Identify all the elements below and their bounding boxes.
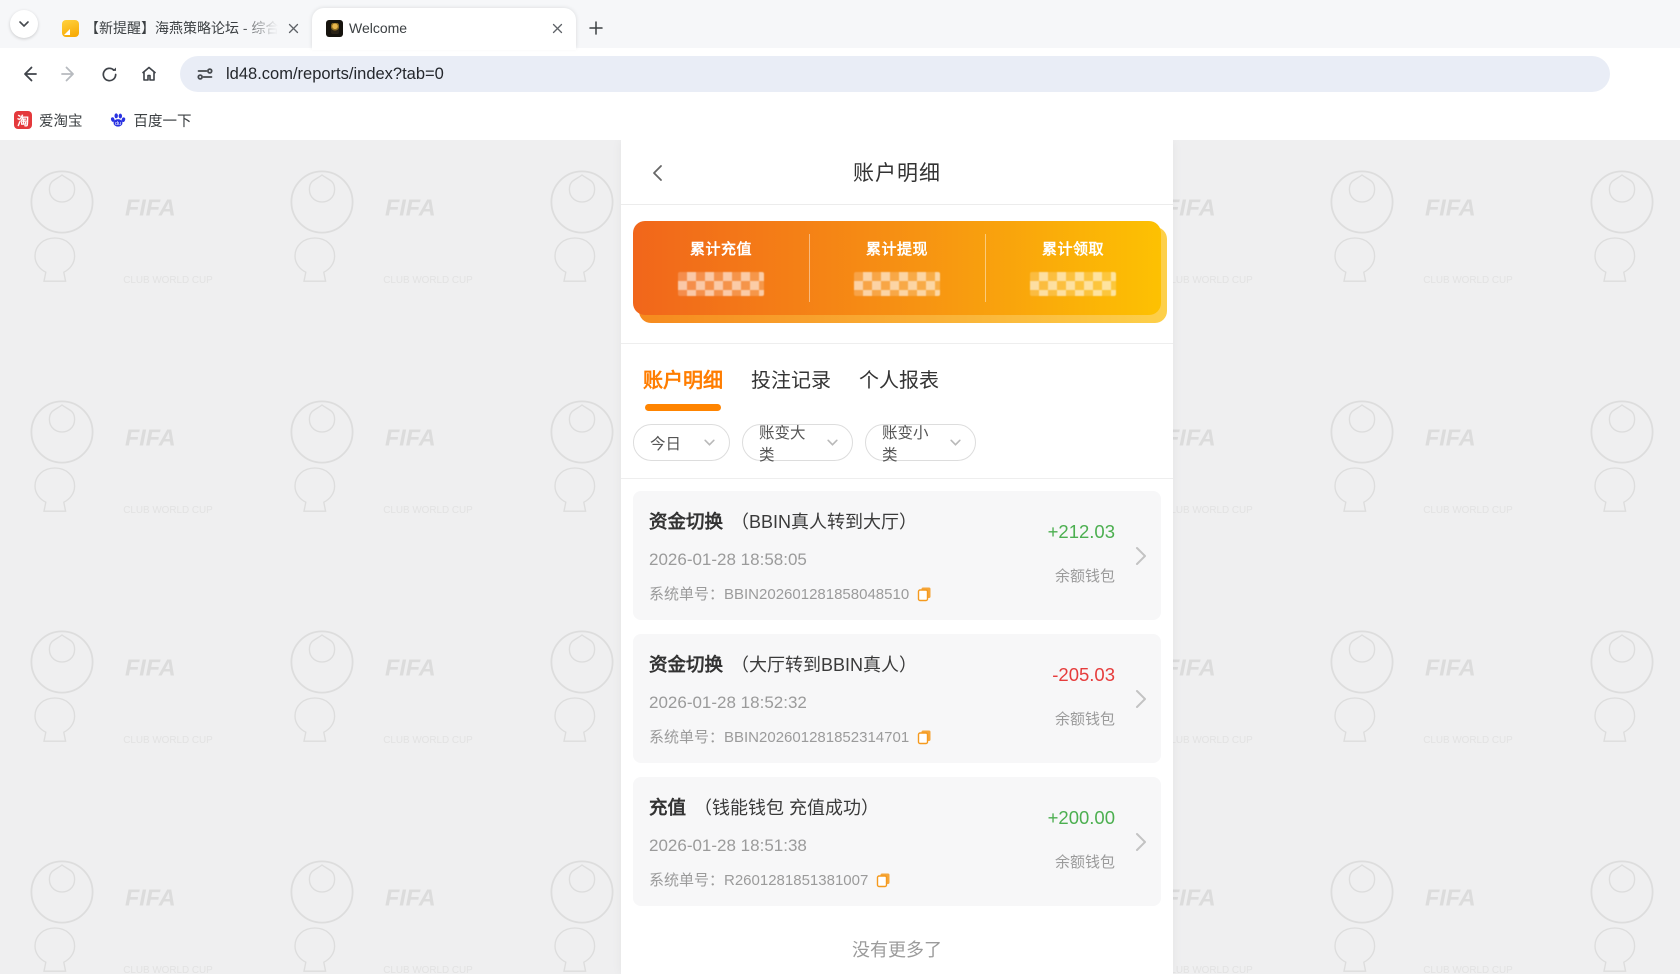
reload-button[interactable] xyxy=(92,57,126,91)
txn-subtitle: （BBIN真人转到大厅） xyxy=(731,512,918,532)
home-icon xyxy=(141,66,157,81)
txn-subtitle: （钱能钱包 充值成功） xyxy=(694,798,880,818)
bookmark-aitaobao[interactable]: 淘 爱淘宝 xyxy=(14,110,83,131)
summary-section: 累计充值 累计提现 累计领取 xyxy=(621,205,1173,329)
txn-subtitle: （大厅转到BBIN真人） xyxy=(731,655,918,675)
tab-bet-records[interactable]: 投注记录 xyxy=(751,364,831,411)
summary-label: 累计领取 xyxy=(1041,241,1104,258)
page-content: FIFA CLUB WORLD CUP 账户明细 累计充值 xyxy=(0,140,1680,974)
summary-label: 累计提现 xyxy=(865,241,928,258)
forward-arrow-icon xyxy=(61,66,74,82)
back-arrow-icon xyxy=(24,66,37,82)
transaction-row[interactable]: 充值 （钱能钱包 充值成功） 2026-01-28 18:51:38 系统单号：… xyxy=(633,777,1161,906)
chevron-down-icon xyxy=(826,436,839,449)
url-text: ld48.com/reports/index?tab=0 xyxy=(226,64,444,83)
txn-wallet: 余额钱包 xyxy=(1054,854,1115,871)
copy-icon[interactable] xyxy=(876,872,891,888)
browser-tab-welcome[interactable]: Welcome xyxy=(312,8,576,50)
reload-icon xyxy=(101,66,117,82)
bookmark-label: 爱淘宝 xyxy=(39,113,83,130)
summary-total-claim: 累计领取 xyxy=(985,221,1161,315)
address-bar[interactable]: ld48.com/reports/index?tab=0 xyxy=(180,56,1610,92)
txn-order-number: 系统单号：BBIN202601281852314701 xyxy=(649,729,910,746)
txn-amount: +212.03 xyxy=(1047,521,1115,542)
browser-toolbar: ld48.com/reports/index?tab=0 xyxy=(0,48,1680,100)
tab-title: Welcome xyxy=(349,20,408,36)
plus-icon xyxy=(589,21,603,35)
transaction-list: 资金切换 （BBIN真人转到大厅） 2026-01-28 18:58:05 系统… xyxy=(621,479,1173,972)
hidden-value-mosaic xyxy=(678,272,764,296)
filter-minor-category-dropdown[interactable]: 账变小类 xyxy=(865,424,976,464)
page-header: 账户明细 xyxy=(621,140,1173,205)
bookmark-baidu[interactable]: du 百度一下 xyxy=(109,110,192,131)
txn-type: 资金切换 xyxy=(649,654,724,675)
baidu-paw-icon: du xyxy=(109,111,127,129)
bookmarks-bar: 淘 爱淘宝 du 百度一下 xyxy=(0,100,1680,140)
forward-button[interactable] xyxy=(52,57,86,91)
hidden-value-mosaic xyxy=(854,272,940,296)
tab-search-button[interactable] xyxy=(10,10,38,38)
summary-card: 累计充值 累计提现 累计领取 xyxy=(633,221,1161,315)
back-nav-button[interactable] xyxy=(643,158,673,188)
close-tab-icon[interactable] xyxy=(548,19,566,37)
page-title: 账户明细 xyxy=(853,162,941,185)
txn-order-number: 系统单号：R2601281851381007 xyxy=(649,872,869,889)
back-button[interactable] xyxy=(12,57,46,91)
forum-favicon-icon xyxy=(62,19,79,37)
copy-icon[interactable] xyxy=(917,729,932,745)
chevron-left-icon xyxy=(653,165,662,181)
browser-tab-strip: 【新提醒】海燕策略论坛 - 综合 Welcome xyxy=(0,0,1680,50)
account-detail-panel: 账户明细 累计充值 累计提现 累计领取 账户明细 投注记录 个人报表 今日 账变… xyxy=(621,140,1173,974)
welcome-favicon-icon xyxy=(326,19,343,37)
txn-wallet: 余额钱包 xyxy=(1054,568,1115,585)
summary-total-deposit: 累计充值 xyxy=(633,221,809,315)
txn-amount: -205.03 xyxy=(1052,664,1115,685)
transaction-row[interactable]: 资金切换 （大厅转到BBIN真人） 2026-01-28 18:52:32 系统… xyxy=(633,634,1161,763)
filter-major-category-dropdown[interactable]: 账变大类 xyxy=(742,424,853,464)
tab-personal-report[interactable]: 个人报表 xyxy=(859,364,939,411)
hidden-value-mosaic xyxy=(1030,272,1116,296)
filter-date-dropdown[interactable]: 今日 xyxy=(633,424,730,461)
tab-title: 【新提醒】海燕策略论坛 - 综合 xyxy=(85,20,278,36)
copy-icon[interactable] xyxy=(917,586,932,602)
no-more-text: 没有更多了 xyxy=(852,940,942,960)
site-settings-icon xyxy=(197,68,213,80)
chevron-down-icon xyxy=(949,436,962,449)
chevron-right-icon xyxy=(1134,545,1147,567)
chevron-right-icon xyxy=(1134,688,1147,710)
browser-tab-forum[interactable]: 【新提醒】海燕策略论坛 - 综合 xyxy=(48,8,312,48)
taobao-icon: 淘 xyxy=(14,111,32,129)
new-tab-button[interactable] xyxy=(582,14,610,42)
report-tabs: 账户明细 投注记录 个人报表 xyxy=(621,344,1173,411)
svg-text:du: du xyxy=(115,121,121,127)
txn-type: 充值 xyxy=(649,797,687,818)
chevron-down-icon xyxy=(19,21,29,28)
summary-label: 累计充值 xyxy=(689,241,752,258)
chevron-right-icon xyxy=(1134,831,1147,853)
txn-amount: +200.00 xyxy=(1047,807,1115,828)
tab-account-detail[interactable]: 账户明细 xyxy=(643,364,723,411)
summary-total-withdraw: 累计提现 xyxy=(809,221,985,315)
transaction-row[interactable]: 资金切换 （BBIN真人转到大厅） 2026-01-28 18:58:05 系统… xyxy=(633,491,1161,620)
active-tab-underline xyxy=(645,404,721,411)
txn-type: 资金切换 xyxy=(649,511,724,532)
home-button[interactable] xyxy=(132,57,166,91)
close-tab-icon[interactable] xyxy=(284,19,302,37)
bookmark-label: 百度一下 xyxy=(133,113,192,130)
txn-order-number: 系统单号：BBIN202601281858048510 xyxy=(649,586,910,603)
section-divider xyxy=(621,329,1173,344)
txn-wallet: 余额钱包 xyxy=(1054,711,1115,728)
filters-row: 今日 账变大类 账变小类 xyxy=(621,411,1173,479)
chevron-down-icon xyxy=(703,436,716,449)
